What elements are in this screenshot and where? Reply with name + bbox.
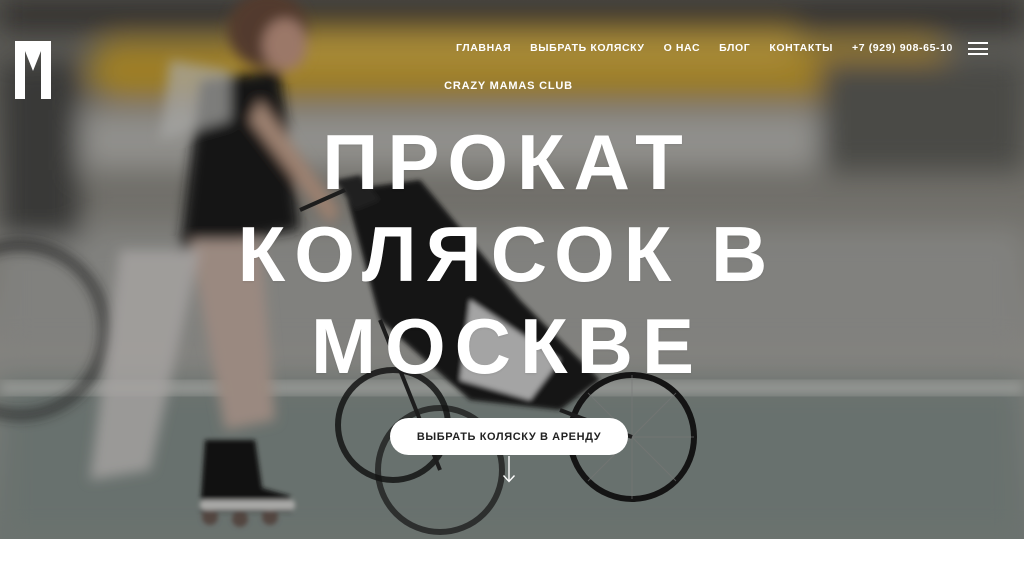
nav-item-contacts[interactable]: КОНТАКТЫ <box>769 41 833 55</box>
m-dots-logo-icon[interactable] <box>15 41 53 101</box>
nav-item-home[interactable]: ГЛАВНАЯ <box>456 41 511 55</box>
phone-link[interactable]: +7 (929) 908-65-10 <box>852 41 953 55</box>
hero-title-line: ПРОКАТ <box>322 118 692 206</box>
nav-item-about[interactable]: О НАС <box>664 41 701 55</box>
main-nav: ГЛАВНАЯ ВЫБРАТЬ КОЛЯСКУ О НАС БЛОГ КОНТА… <box>456 41 953 55</box>
hamburger-icon[interactable] <box>968 42 988 55</box>
hero-kicker: CRAZY MAMAS CLUB <box>444 80 573 92</box>
choose-stroller-rent-button[interactable]: ВЫБРАТЬ КОЛЯСКУ В АРЕНДУ <box>390 418 628 455</box>
arrow-down-icon[interactable] <box>502 456 516 484</box>
hero-title-line: МОСКВЕ <box>311 302 703 390</box>
hero-section: ГЛАВНАЯ ВЫБРАТЬ КОЛЯСКУ О НАС БЛОГ КОНТА… <box>0 0 1024 539</box>
nav-item-blog[interactable]: БЛОГ <box>719 41 750 55</box>
hero-title-line: КОЛЯСОК В <box>237 210 777 298</box>
hero-title: ПРОКАТ КОЛЯСОК В МОСКВЕ <box>0 116 1014 392</box>
nav-item-choose-stroller[interactable]: ВЫБРАТЬ КОЛЯСКУ <box>530 41 644 55</box>
